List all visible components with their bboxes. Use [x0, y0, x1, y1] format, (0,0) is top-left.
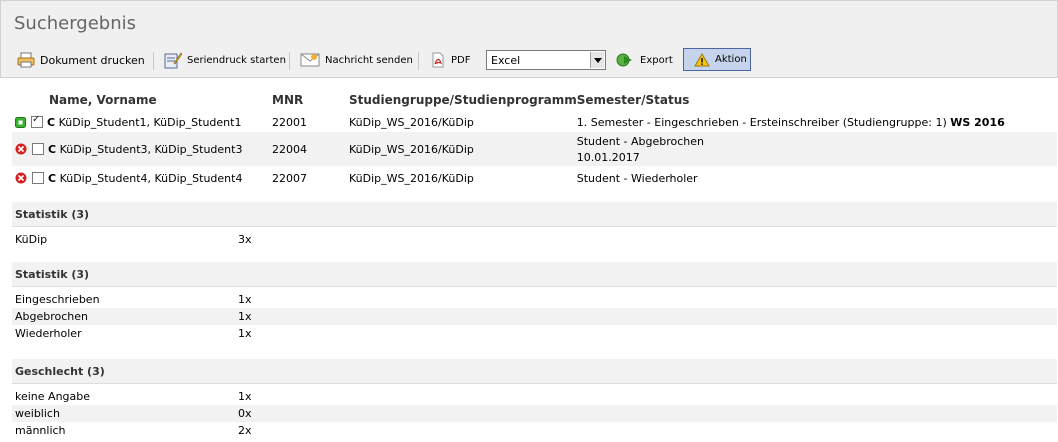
semester-text: 1. Semester - Eingeschrieben - Ersteinsc… — [576, 116, 947, 129]
results-table: Name, Vorname MNR Studiengruppe/Studienp… — [12, 90, 1057, 189]
geschlecht-section: Geschlecht (3) keine Angabe 1x weiblich … — [12, 359, 1057, 439]
stat-label: männlich — [15, 424, 66, 437]
export-format-select[interactable]: Excel — [486, 50, 606, 70]
print-button[interactable]: Dokument drucken — [17, 49, 145, 71]
send-message-label: Nachricht senden — [325, 54, 413, 66]
stat-count: 0x — [238, 407, 252, 420]
stat-label: weiblich — [15, 407, 60, 420]
envelope-icon — [300, 53, 320, 67]
export-button[interactable]: Export — [615, 49, 673, 71]
stat-count: 1x — [238, 293, 252, 306]
print-document-icon — [17, 52, 35, 68]
export-format-value: Excel — [491, 54, 521, 67]
section-heading: Statistik (3) — [12, 262, 1057, 287]
statistik-section-status: Statistik (3) Eingeschrieben 1x Abgebroc… — [12, 262, 1057, 342]
pdf-icon — [432, 52, 444, 68]
stat-row: KüDip 3x — [12, 231, 1057, 248]
stat-count: 2x — [238, 424, 252, 437]
seriendruck-label: Seriendruck starten — [187, 54, 286, 66]
stat-label: Eingeschrieben — [15, 293, 100, 306]
export-label: Export — [640, 54, 673, 66]
stat-count: 1x — [238, 327, 252, 340]
aktion-button[interactable]: Aktion — [683, 48, 751, 71]
stat-count: 1x — [238, 310, 252, 323]
section-heading: Statistik (3) — [12, 202, 1057, 227]
semester-status-cell: 1. Semester - Eingeschrieben - Ersteinsc… — [577, 111, 1057, 132]
export-icon — [616, 53, 632, 67]
semester-status-cell: Student - Abgebrochen 10.01.2017 — [577, 132, 1057, 167]
stat-row: Abgebrochen 1x — [12, 308, 1057, 325]
print-label: Dokument drucken — [40, 53, 145, 67]
semester-term: WS 2016 — [950, 116, 1005, 129]
row-prefix: C — [47, 115, 56, 129]
active-status-icon — [15, 116, 26, 128]
pdf-label: PDF — [451, 54, 471, 66]
header-mnr[interactable]: MNR — [272, 90, 349, 111]
header-name[interactable]: Name, Vorname — [12, 90, 272, 111]
row-checkbox[interactable] — [32, 143, 44, 155]
row-prefix: C — [48, 142, 57, 156]
semester-status-cell: Student - Wiederholer — [576, 172, 698, 185]
pdf-button[interactable]: PDF — [430, 49, 470, 71]
header-studiengruppe[interactable]: Studiengruppe/Studienprogramm — [349, 90, 577, 111]
serial-print-icon — [164, 52, 182, 69]
student-name[interactable]: KüDip_Student4, KüDip_Student4 — [60, 172, 243, 185]
aktion-label: Aktion — [715, 54, 747, 65]
toolbar-separator — [289, 52, 290, 70]
semester-text: Student - Abgebrochen — [576, 135, 705, 148]
mnr-cell: 22001 — [272, 116, 307, 129]
toolbar-separator — [418, 52, 419, 70]
section-heading: Geschlecht (3) — [12, 359, 1057, 384]
toolbar-separator — [153, 52, 154, 70]
mnr-cell: 22007 — [272, 172, 307, 185]
statistik-section-studiengruppe: Statistik (3) KüDip 3x — [12, 202, 1057, 248]
row-prefix: C — [48, 171, 57, 185]
warning-icon — [694, 52, 710, 66]
row-checkbox[interactable] — [32, 172, 44, 184]
row-checkbox[interactable] — [31, 114, 43, 128]
mnr-cell: 22004 — [272, 143, 307, 156]
chevron-down-icon[interactable] — [590, 52, 604, 68]
student-name[interactable]: KüDip_Student1, KüDip_Student1 — [59, 116, 242, 129]
stat-count: 1x — [238, 390, 252, 403]
table-row[interactable]: C KüDip_Student4, KüDip_Student4 22007 K… — [12, 166, 1057, 189]
stat-label: KüDip — [15, 233, 48, 246]
semester-date: 10.01.2017 — [576, 151, 640, 164]
studiengruppe-cell: KüDip_WS_2016/KüDip — [349, 116, 474, 129]
seriendruck-button[interactable]: Seriendruck starten — [164, 49, 286, 71]
stat-row: keine Angabe 1x — [12, 388, 1057, 405]
studiengruppe-cell: KüDip_WS_2016/KüDip — [349, 143, 474, 156]
title-bar: Suchergebnis — [0, 0, 1058, 43]
stat-row: männlich 2x — [12, 422, 1057, 439]
table-row[interactable]: C KüDip_Student3, KüDip_Student3 22004 K… — [12, 131, 1057, 167]
stat-row: Wiederholer 1x — [12, 325, 1057, 342]
stat-row: weiblich 0x — [12, 405, 1057, 422]
cancel-status-icon — [15, 143, 27, 155]
stat-label: Abgebrochen — [15, 310, 89, 323]
page-title: Suchergebnis — [14, 13, 137, 34]
student-name[interactable]: KüDip_Student3, KüDip_Student3 — [60, 143, 243, 156]
stat-row: Eingeschrieben 1x — [12, 291, 1057, 308]
stat-count: 3x — [238, 233, 252, 246]
send-message-button[interactable]: Nachricht senden — [300, 49, 413, 71]
table-row[interactable]: C KüDip_Student1, KüDip_Student1 22001 K… — [12, 110, 1057, 132]
cancel-status-icon — [15, 172, 27, 184]
stat-label: Wiederholer — [15, 327, 82, 340]
table-header-row: Name, Vorname MNR Studiengruppe/Studienp… — [12, 90, 1057, 111]
header-semester-status[interactable]: Semester/Status — [576, 90, 1057, 111]
studiengruppe-cell: KüDip_WS_2016/KüDip — [349, 172, 474, 185]
stat-label: keine Angabe — [15, 390, 91, 403]
